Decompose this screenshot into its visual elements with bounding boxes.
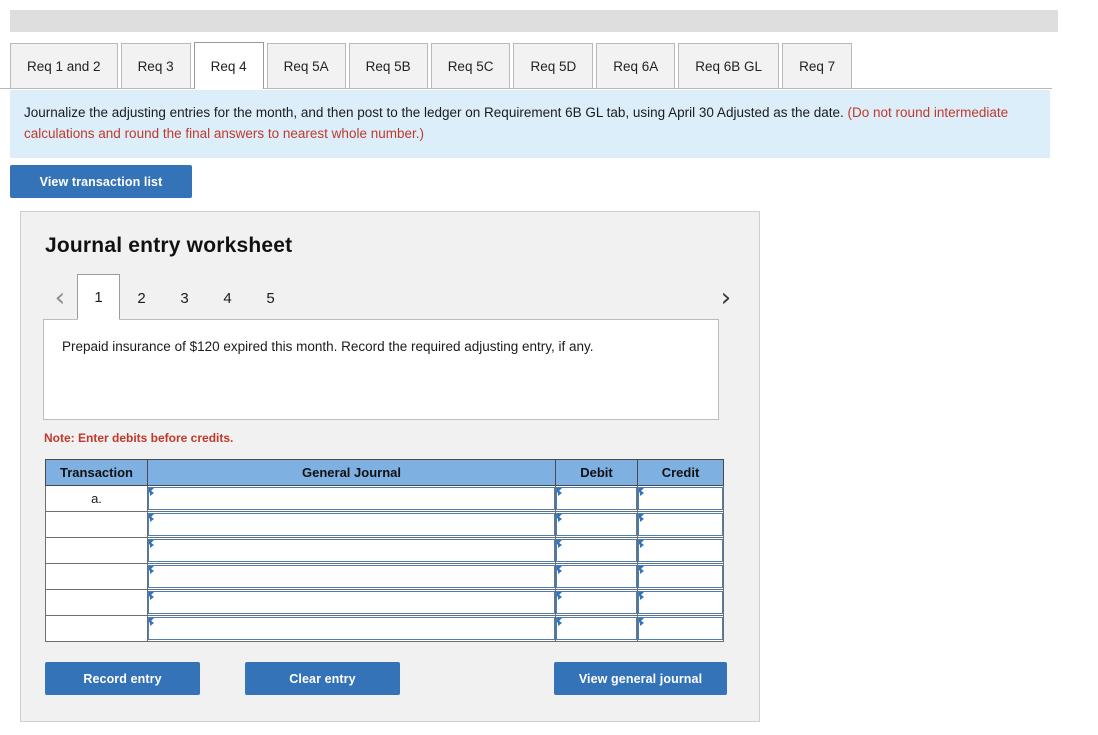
credit-input-cell bbox=[637, 563, 724, 590]
credit-input-cell bbox=[637, 537, 724, 564]
transaction-cell bbox=[45, 563, 148, 590]
general-journal-input[interactable] bbox=[148, 591, 555, 614]
question-text-box: Prepaid insurance of $120 expired this m… bbox=[43, 319, 719, 420]
tab-req-1-and-2[interactable]: Req 1 and 2 bbox=[10, 43, 118, 88]
chevron-left-icon[interactable]: ‹ bbox=[43, 276, 77, 320]
credit-input[interactable] bbox=[638, 591, 723, 614]
worksheet-page-2[interactable]: 2 bbox=[120, 276, 163, 320]
tab-req-6b-gl[interactable]: Req 6B GL bbox=[678, 43, 780, 88]
record-entry-button[interactable]: Record entry bbox=[45, 662, 200, 695]
table-row bbox=[45, 615, 724, 642]
general-journal-input-cell bbox=[147, 511, 556, 538]
debits-before-credits-note: Note: Enter debits before credits. bbox=[44, 431, 234, 445]
credit-input[interactable] bbox=[638, 617, 723, 640]
question-text: Prepaid insurance of $120 expired this m… bbox=[62, 339, 594, 354]
tab-req-3[interactable]: Req 3 bbox=[120, 43, 191, 88]
debit-input-cell bbox=[555, 511, 638, 538]
view-general-journal-button[interactable]: View general journal bbox=[554, 662, 727, 695]
general-journal-input[interactable] bbox=[148, 565, 555, 588]
credit-input[interactable] bbox=[638, 539, 723, 562]
worksheet-page-3[interactable]: 3 bbox=[163, 276, 206, 320]
table-row bbox=[45, 563, 724, 590]
general-journal-input-cell bbox=[147, 485, 556, 512]
credit-input-cell bbox=[637, 511, 724, 538]
debit-input[interactable] bbox=[556, 513, 637, 536]
worksheet-page-4[interactable]: 4 bbox=[206, 276, 249, 320]
transaction-cell bbox=[45, 511, 148, 538]
table-row bbox=[45, 511, 724, 538]
general-journal-table: Transaction General Journal Debit Credit a. bbox=[45, 459, 724, 642]
table-header-row: Transaction General Journal Debit Credit bbox=[45, 459, 724, 486]
credit-input-cell bbox=[637, 485, 724, 512]
credit-input[interactable] bbox=[638, 513, 723, 536]
table-row: a. bbox=[45, 485, 724, 512]
clear-entry-button[interactable]: Clear entry bbox=[245, 662, 400, 695]
column-header-debit: Debit bbox=[555, 459, 638, 486]
tab-req-6a[interactable]: Req 6A bbox=[596, 43, 676, 88]
column-header-transaction: Transaction bbox=[45, 459, 148, 486]
credit-input[interactable] bbox=[638, 565, 723, 588]
general-journal-input[interactable] bbox=[148, 487, 555, 510]
table-row bbox=[45, 537, 724, 564]
table-row bbox=[45, 589, 724, 616]
transaction-cell bbox=[45, 589, 148, 616]
debit-input[interactable] bbox=[556, 565, 637, 588]
worksheet-page-1[interactable]: 1 bbox=[77, 274, 120, 320]
general-journal-input[interactable] bbox=[148, 617, 555, 640]
debit-input-cell bbox=[555, 485, 638, 512]
general-journal-input-cell bbox=[147, 589, 556, 616]
debit-input-cell bbox=[555, 563, 638, 590]
worksheet-pager: ‹ 12345 › bbox=[43, 274, 743, 320]
tab-req-4[interactable]: Req 4 bbox=[193, 42, 264, 89]
view-transaction-list-button[interactable]: View transaction list bbox=[10, 165, 192, 198]
chevron-right-icon[interactable]: › bbox=[709, 276, 743, 320]
page-title: Journal entry worksheet bbox=[45, 234, 293, 257]
debit-input[interactable] bbox=[556, 617, 637, 640]
debit-input-cell bbox=[555, 615, 638, 642]
debit-input-cell bbox=[555, 589, 638, 616]
debit-input[interactable] bbox=[556, 591, 637, 614]
instruction-banner: Journalize the adjusting entries for the… bbox=[10, 90, 1050, 158]
instruction-main-text: Journalize the adjusting entries for the… bbox=[24, 105, 848, 120]
column-header-general-journal: General Journal bbox=[147, 459, 556, 486]
tab-req-5c[interactable]: Req 5C bbox=[430, 43, 511, 88]
top-gray-bar bbox=[10, 10, 1058, 32]
general-journal-input-cell bbox=[147, 615, 556, 642]
credit-input-cell bbox=[637, 589, 724, 616]
transaction-cell bbox=[45, 615, 148, 642]
credit-input[interactable] bbox=[638, 487, 723, 510]
debit-input[interactable] bbox=[556, 539, 637, 562]
debit-input-cell bbox=[555, 537, 638, 564]
requirement-tab-strip: Req 1 and 2 Req 3 Req 4 Req 5A Req 5B Req 5C R… bbox=[0, 41, 1052, 89]
general-journal-input-cell bbox=[147, 563, 556, 590]
column-header-credit: Credit bbox=[637, 459, 724, 486]
journal-entry-worksheet-panel: Journal entry worksheet ‹ 12345 › Prepai… bbox=[20, 211, 760, 722]
general-journal-input-cell bbox=[147, 537, 556, 564]
general-journal-input[interactable] bbox=[148, 539, 555, 562]
transaction-cell bbox=[45, 537, 148, 564]
credit-input-cell bbox=[637, 615, 724, 642]
tab-req-5d[interactable]: Req 5D bbox=[513, 43, 594, 88]
general-journal-input[interactable] bbox=[148, 513, 555, 536]
transaction-cell: a. bbox=[45, 485, 148, 512]
tab-req-7[interactable]: Req 7 bbox=[782, 43, 853, 88]
debit-input[interactable] bbox=[556, 487, 637, 510]
worksheet-page-5[interactable]: 5 bbox=[249, 276, 292, 320]
tab-req-5a[interactable]: Req 5A bbox=[266, 43, 346, 88]
tab-req-5b[interactable]: Req 5B bbox=[348, 43, 428, 88]
